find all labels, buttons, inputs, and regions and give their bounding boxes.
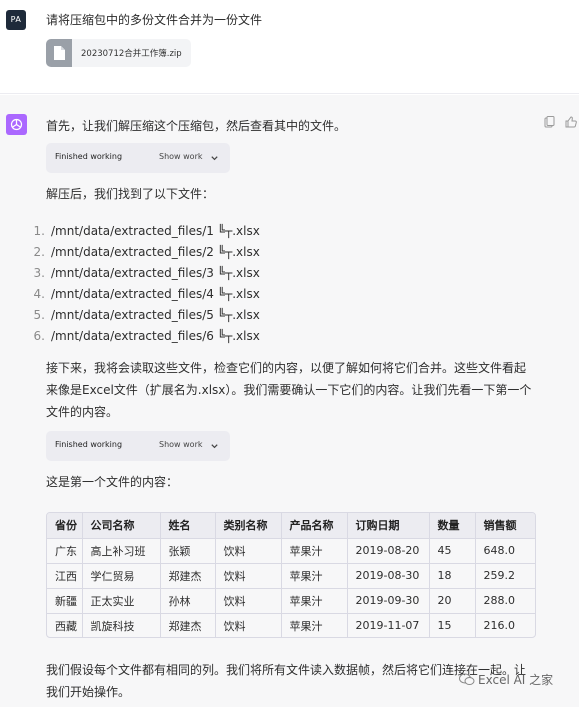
table-row: 广东 高上补习班 张颖 饮料 苹果汁 2019-08-20 45 648.0 xyxy=(47,538,535,564)
work-status-label: Finished working xyxy=(55,152,123,161)
table-cell: 2019-08-20 xyxy=(347,538,430,564)
message-actions xyxy=(538,116,577,130)
watermark: Excel AI 之家 xyxy=(459,671,553,689)
table-row: 新疆 正太实业 孙林 饮料 苹果汁 2019-09-30 20 288.0 xyxy=(47,588,535,614)
table-cell: 45 xyxy=(429,538,476,564)
table-cell: 18 xyxy=(429,563,476,589)
next-step-line-3: 文件的内容。 xyxy=(46,405,119,419)
assistant-intro-text: 首先，让我们解压缩这个压缩包，然后查看其中的文件。 xyxy=(46,119,347,133)
list-item-number: 4. xyxy=(33,287,45,301)
column-header: 公司名称 xyxy=(82,513,161,539)
wechat-icon xyxy=(459,673,475,689)
table-cell: 学仁贸易 xyxy=(82,563,161,589)
table-cell: 孙林 xyxy=(160,588,216,614)
work-status-label: Finished working xyxy=(55,440,123,449)
table-cell: 饮料 xyxy=(215,588,282,614)
list-item-number: 5. xyxy=(33,308,45,322)
work-status-chip[interactable]: Finished working Show work xyxy=(46,431,230,461)
table-cell: 正太实业 xyxy=(82,588,161,614)
table-cell: 苹果汁 xyxy=(281,613,348,637)
table-cell: 凯旋科技 xyxy=(82,613,161,637)
table-cell: 2019-11-07 xyxy=(347,613,430,637)
data-table: 省份 公司名称 姓名 类别名称 产品名称 订购日期 数量 销售额 广东 高上补习… xyxy=(46,512,536,638)
table-cell: 20 xyxy=(429,588,476,614)
file-path: /mnt/data/extracted_files/4 ╚┬.xlsx xyxy=(51,287,260,301)
table-row: 江西 学仁贸易 郑建杰 饮料 苹果汁 2019-08-30 18 259.2 xyxy=(47,563,535,589)
next-step-line-2: 来像是Excel文件（扩展名为.xlsx）。我们需要确认一下它们的内容。让我们先… xyxy=(46,383,532,397)
copy-icon[interactable] xyxy=(544,116,555,131)
table-cell: 苹果汁 xyxy=(281,538,348,564)
list-item-number: 1. xyxy=(33,224,45,238)
table-cell: 新疆 xyxy=(47,588,83,614)
show-work-toggle[interactable]: Show work xyxy=(159,440,203,449)
closing-line-1: 我们假设每个文件都有相同的列。我们将所有文件读入数据帧，然后将它们连接在一起。让 xyxy=(46,663,527,677)
table-cell: 饮料 xyxy=(215,563,282,589)
first-file-text: 这是第一个文件的内容： xyxy=(46,475,179,489)
column-header: 类别名称 xyxy=(215,513,282,539)
table-header-row: 省份 公司名称 姓名 类别名称 产品名称 订购日期 数量 销售额 xyxy=(47,513,535,539)
column-header: 订购日期 xyxy=(347,513,430,539)
table-cell: 苹果汁 xyxy=(281,563,348,589)
user-avatar: PA xyxy=(6,10,26,30)
user-message-text: 请将压缩包中的多份文件合并为一份文件 xyxy=(46,13,263,27)
column-header: 数量 xyxy=(429,513,476,539)
file-icon xyxy=(46,39,72,67)
table-cell: 广东 xyxy=(47,538,83,564)
file-path: /mnt/data/extracted_files/5 ╚┬.xlsx xyxy=(51,308,260,322)
table-cell: 郑建杰 xyxy=(160,563,216,589)
next-step-line-1: 接下来，我将会读取这些文件，检查它们的内容，以便了解如何将它们合并。这些文件看起 xyxy=(46,361,527,375)
found-files-text: 解压后，我们找到了以下文件： xyxy=(46,187,215,201)
file-path: /mnt/data/extracted_files/3 ╚┬.xlsx xyxy=(51,266,260,280)
table-cell: 郑建杰 xyxy=(160,613,216,637)
table-cell: 648.0 xyxy=(475,538,535,564)
table-cell: 2019-08-30 xyxy=(347,563,430,589)
attachment-chip[interactable]: 20230712合并工作簿.zip xyxy=(46,39,191,67)
table-cell: 259.2 xyxy=(475,563,535,589)
column-header: 省份 xyxy=(47,513,83,539)
table-cell: 288.0 xyxy=(475,588,535,614)
file-path: /mnt/data/extracted_files/1 ╚┬.xlsx xyxy=(51,224,260,238)
list-item-number: 2. xyxy=(33,245,45,259)
list-item-number: 6. xyxy=(33,329,45,343)
chevron-down-icon[interactable] xyxy=(210,440,219,454)
column-header: 姓名 xyxy=(160,513,216,539)
watermark-text: Excel AI 之家 xyxy=(478,673,554,687)
table-cell: 饮料 xyxy=(215,613,282,637)
thumbs-up-icon[interactable] xyxy=(565,116,577,131)
user-message-row: PA 请将压缩包中的多份文件合并为一份文件 20230712合并工作簿.zip xyxy=(0,0,579,94)
table-cell: 高上补习班 xyxy=(82,538,161,564)
attachment-name: 20230712合并工作簿.zip xyxy=(81,49,182,59)
list-item-number: 3. xyxy=(33,266,45,280)
table-cell: 饮料 xyxy=(215,538,282,564)
work-status-chip[interactable]: Finished working Show work xyxy=(46,143,230,173)
table-row: 西藏 凯旋科技 郑建杰 饮料 苹果汁 2019-11-07 15 216.0 xyxy=(47,613,535,637)
table-cell: 2019-09-30 xyxy=(347,588,430,614)
table-cell: 216.0 xyxy=(483,619,516,633)
column-header: 产品名称 xyxy=(281,513,348,539)
file-path: /mnt/data/extracted_files/6 ╚┬.xlsx xyxy=(51,329,260,343)
table-cell: 苹果汁 xyxy=(281,588,348,614)
chevron-down-icon[interactable] xyxy=(210,152,219,166)
file-path: /mnt/data/extracted_files/2 ╚┬.xlsx xyxy=(51,245,260,259)
table-cell: 江西 xyxy=(47,563,83,589)
show-work-toggle[interactable]: Show work xyxy=(159,152,203,161)
openai-logo-icon xyxy=(6,114,27,135)
table-cell: 张颖 xyxy=(160,538,216,564)
closing-line-2: 我们开始操作。 xyxy=(46,685,131,699)
table-cell: 西藏 xyxy=(47,613,83,637)
table-cell: 15 xyxy=(429,613,476,637)
column-header: 销售额 xyxy=(475,513,535,539)
